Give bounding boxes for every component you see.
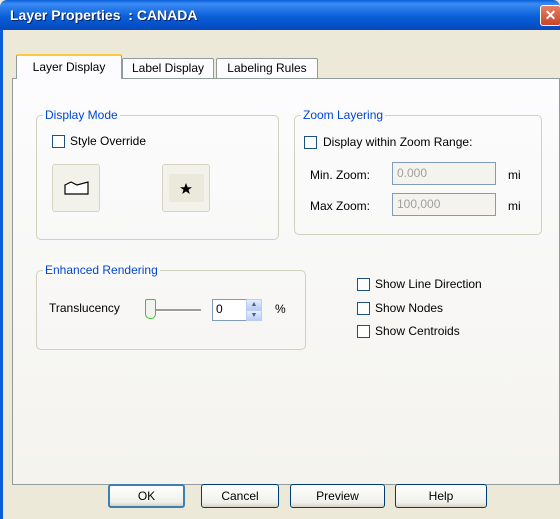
tab-layer-display[interactable]: Layer Display (16, 54, 122, 79)
enhanced-rendering-title: Enhanced Rendering (43, 263, 160, 277)
cancel-button[interactable]: Cancel (201, 484, 279, 508)
window-title: Layer Properties : CANADA (10, 7, 198, 23)
tab-labeling-rules-label: Labeling Rules (227, 61, 307, 75)
max-zoom-field[interactable]: 100,000 (392, 193, 496, 216)
show-nodes-checkbox[interactable] (357, 302, 370, 315)
style-override-label: Style Override (70, 134, 147, 148)
translucency-label: Translucency (49, 301, 120, 315)
display-within-zoom-checkbox[interactable] (304, 136, 317, 149)
help-button[interactable]: Help (395, 484, 487, 508)
close-icon: ✕ (544, 7, 557, 23)
max-zoom-label: Max Zoom: (310, 199, 371, 213)
tab-label-display-label: Label Display (131, 61, 205, 75)
spin-up-icon[interactable]: ▲ (246, 299, 262, 310)
preview-button[interactable]: Preview (290, 484, 385, 508)
min-zoom-field[interactable]: 0.000 (392, 162, 496, 185)
tab-labeling-rules[interactable]: Labeling Rules (216, 58, 318, 78)
show-centroids-label: Show Centroids (375, 324, 460, 338)
area-symbol-icon (64, 181, 89, 195)
display-mode-group: Display Mode Style Override (36, 108, 279, 240)
title-bar: Layer Properties : CANADA (0, 0, 560, 30)
style-override-checkbox[interactable] (52, 135, 65, 148)
min-zoom-label: Min. Zoom: (310, 168, 371, 182)
translucency-unit: % (275, 302, 286, 316)
show-line-direction-checkbox[interactable] (357, 278, 370, 291)
show-centroids-checkbox[interactable] (357, 325, 370, 338)
min-zoom-unit: mi (508, 168, 521, 182)
zoom-layering-group: Zoom Layering Display within Zoom Range:… (294, 108, 542, 235)
show-nodes-label: Show Nodes (375, 301, 444, 315)
point-symbol-button[interactable] (162, 164, 210, 212)
window-border (0, 30, 3, 519)
zoom-layering-title: Zoom Layering (301, 108, 386, 122)
display-within-zoom-label: Display within Zoom Range: (323, 135, 473, 149)
ok-button[interactable]: OK (108, 484, 185, 508)
translucency-spinner[interactable]: ▲ ▼ (246, 299, 262, 321)
translucency-input[interactable]: 0 (212, 299, 248, 321)
spin-down-icon[interactable]: ▼ (246, 310, 262, 321)
translucency-slider-thumb[interactable] (145, 299, 156, 319)
enhanced-rendering-group: Enhanced Rendering Translucency 0 ▲ ▼ % (36, 263, 306, 350)
close-button[interactable]: ✕ (540, 5, 560, 26)
show-line-direction-label: Show Line Direction (375, 277, 482, 291)
max-zoom-unit: mi (508, 199, 521, 213)
layer-display-panel: Display Mode Style Override Zoom Layerin… (12, 78, 560, 485)
tab-layer-display-label: Layer Display (32, 60, 106, 74)
display-mode-title: Display Mode (43, 108, 120, 122)
area-symbol-button[interactable] (52, 164, 100, 212)
star-symbol-icon (169, 174, 204, 202)
tab-label-display[interactable]: Label Display (122, 58, 214, 78)
